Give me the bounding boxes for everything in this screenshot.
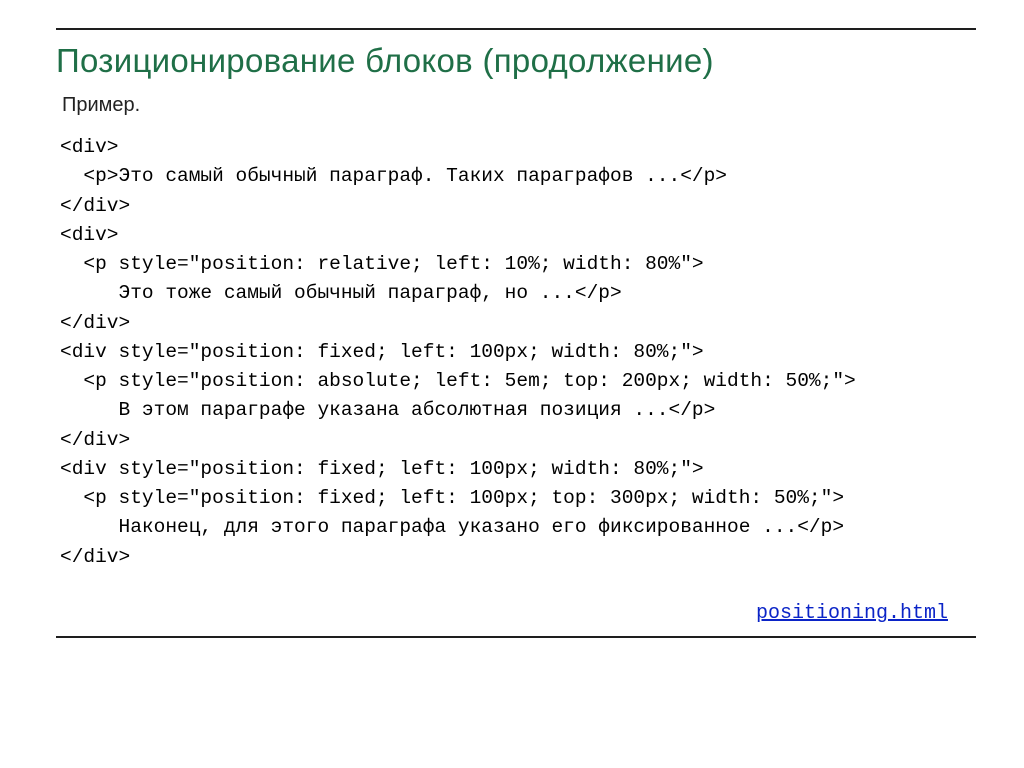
top-rule (56, 28, 976, 30)
example-label: Пример. (62, 94, 976, 117)
code-block: <div> <p>Это самый обычный параграф. Так… (60, 133, 976, 572)
example-link[interactable]: positioning.html (756, 602, 948, 625)
link-row: positioning.html (56, 602, 976, 625)
slide-title: Позиционирование блоков (продолжение) (56, 42, 976, 80)
slide: Позиционирование блоков (продолжение) Пр… (0, 0, 1024, 768)
bottom-rule (56, 636, 976, 638)
